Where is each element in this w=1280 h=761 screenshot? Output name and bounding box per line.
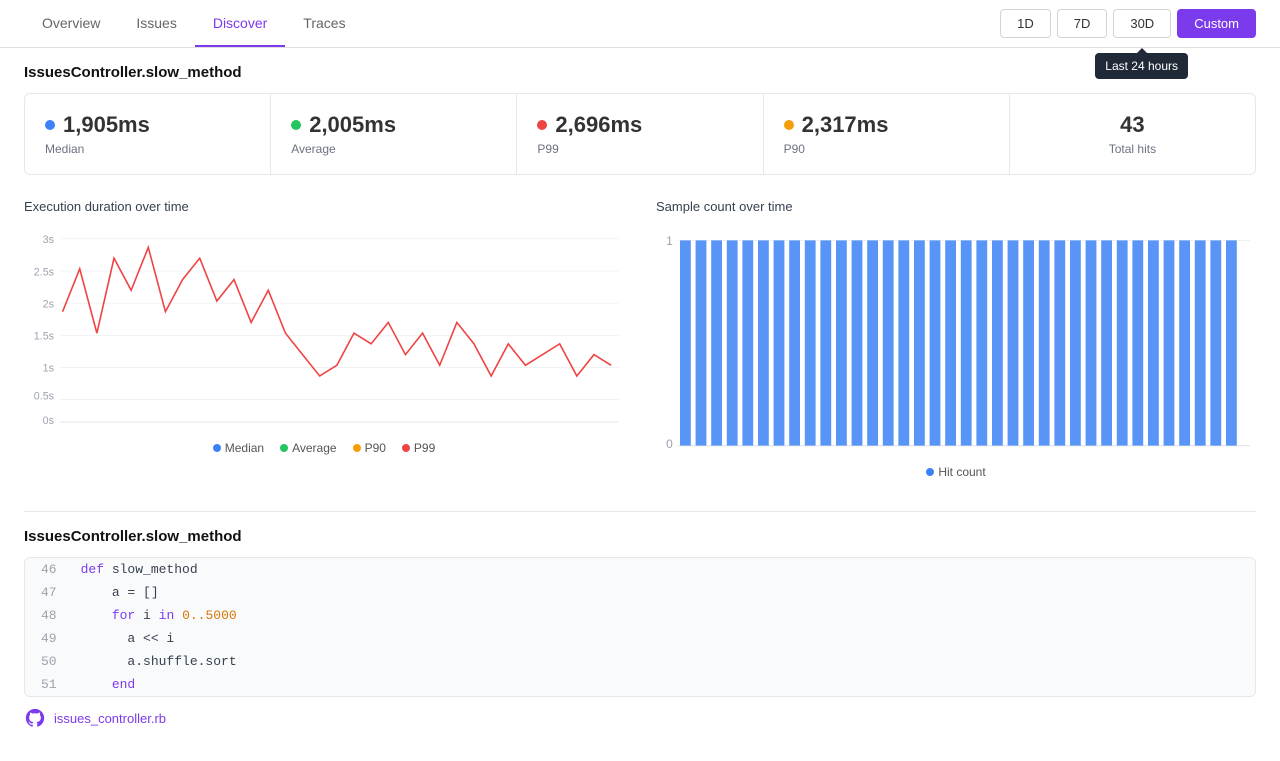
legend-average-dot <box>280 444 288 452</box>
chart1-title: Execution duration over time <box>24 199 624 214</box>
tab-overview[interactable]: Overview <box>24 1 118 47</box>
svg-text:2s: 2s <box>43 298 54 310</box>
stat-p90-value: 2,317ms <box>784 112 989 138</box>
chart1-legend: Median Average P90 P99 <box>24 441 624 455</box>
stat-total-hits-label: Total hits <box>1030 142 1235 156</box>
svg-text:0: 0 <box>666 437 673 451</box>
chart2-title: Sample count over time <box>656 199 1256 214</box>
code-line-47: 47 a = [] <box>25 581 1255 604</box>
legend-p99-dot <box>402 444 410 452</box>
line-num-51: 51 <box>25 675 69 694</box>
main-content: IssuesController.slow_method 1,905ms Med… <box>0 48 1280 761</box>
stat-p99-value: 2,696ms <box>537 112 742 138</box>
line-num-50: 50 <box>25 652 69 671</box>
average-dot <box>291 120 301 130</box>
nav-tabs: Overview Issues Discover Traces <box>24 1 364 47</box>
tooltip-last24h: Last 24 hours <box>1095 53 1188 79</box>
file-link[interactable]: issues_controller.rb <box>24 707 1256 729</box>
line-num-49: 49 <box>25 629 69 648</box>
tab-traces[interactable]: Traces <box>285 1 363 47</box>
time-30d-button[interactable]: 30D <box>1113 9 1171 38</box>
svg-text:0.5s: 0.5s <box>34 391 54 403</box>
code-line-48: 48 for i in 0..5000 <box>25 604 1255 627</box>
legend-hitcount: Hit count <box>926 465 985 479</box>
line-num-47: 47 <box>25 583 69 602</box>
chart1-area: 3s 2.5s 2s 1.5s 1s 0.5s 0s <box>24 226 624 455</box>
section2-title: IssuesController.slow_method <box>24 528 1256 545</box>
median-dot <box>45 120 55 130</box>
stat-median-value: 1,905ms <box>45 112 250 138</box>
line-code-47: a = [] <box>69 583 171 602</box>
stat-median-label: Median <box>45 142 250 156</box>
tab-issues[interactable]: Issues <box>118 1 194 47</box>
code-section: IssuesController.slow_method 46 def slow… <box>24 528 1256 729</box>
time-controls: 1D 7D 30D Custom Last 24 hours <box>1000 9 1256 38</box>
chart2-legend: Hit count <box>656 465 1256 479</box>
legend-median-dot <box>213 444 221 452</box>
svg-text:9:12 am: 9:12 am <box>814 453 857 454</box>
stat-p90: 2,317ms P90 <box>764 94 1010 174</box>
stat-average-value: 2,005ms <box>291 112 496 138</box>
p99-dot <box>537 120 547 130</box>
github-icon <box>24 707 46 729</box>
tab-discover[interactable]: Discover <box>195 1 285 47</box>
time-custom-button[interactable]: Custom <box>1177 9 1256 38</box>
code-line-49: 49 a << i <box>25 627 1255 650</box>
legend-p90-dot <box>353 444 361 452</box>
line-code-51: end <box>69 675 148 694</box>
stat-median: 1,905ms Median <box>25 94 271 174</box>
stat-total-hits: 43 Total hits <box>1010 94 1255 174</box>
legend-p90: P90 <box>353 441 386 455</box>
stat-p99: 2,696ms P99 <box>517 94 763 174</box>
stats-row: 1,905ms Median 2,005ms Average 2,696ms P… <box>24 93 1256 175</box>
line-code-48: for i in 0..5000 <box>69 606 249 625</box>
time-1d-button[interactable]: 1D <box>1000 9 1051 38</box>
line-code-50: a.shuffle.sort <box>69 652 249 671</box>
legend-hitcount-dot <box>926 468 934 476</box>
stat-average: 2,005ms Average <box>271 94 517 174</box>
svg-text:9:36 am: 9:36 am <box>1064 453 1107 454</box>
svg-text:9 Nov: 9 Nov <box>664 453 695 454</box>
line-num-46: 46 <box>25 560 69 579</box>
sample-count-chart: Sample count over time 1 0 <box>656 199 1256 479</box>
line-code-46: def slow_method <box>69 560 210 579</box>
chart2-area: 1 0 <box>656 226 1256 479</box>
top-nav: Overview Issues Discover Traces 1D 7D 30… <box>0 0 1280 48</box>
code-line-51: 51 end <box>25 673 1255 696</box>
line-code-49: a << i <box>69 629 187 648</box>
charts-row: Execution duration over time 3s 2.5s 2s … <box>24 199 1256 479</box>
code-line-50: 50 a.shuffle.sort <box>25 650 1255 673</box>
legend-average: Average <box>280 441 336 455</box>
svg-text:0s: 0s <box>43 415 54 427</box>
svg-text:1: 1 <box>666 234 673 248</box>
svg-text:1s: 1s <box>43 363 54 375</box>
svg-text:3s: 3s <box>43 234 54 246</box>
stat-average-label: Average <box>291 142 496 156</box>
chart2-svg: 1 0 <box>656 226 1256 454</box>
stat-p90-label: P90 <box>784 142 989 156</box>
svg-text:2.5s: 2.5s <box>34 266 54 278</box>
section1-title: IssuesController.slow_method <box>24 64 1256 81</box>
svg-text:9:24 am: 9:24 am <box>939 453 982 454</box>
svg-text:1.5s: 1.5s <box>34 331 54 343</box>
line-num-48: 48 <box>25 606 69 625</box>
time-7d-button[interactable]: 7D <box>1057 9 1108 38</box>
legend-p99: P99 <box>402 441 435 455</box>
p90-dot <box>784 120 794 130</box>
execution-duration-chart: Execution duration over time 3s 2.5s 2s … <box>24 199 624 479</box>
code-block: 46 def slow_method 47 a = [] 48 for i in… <box>24 557 1256 697</box>
chart1-svg: 3s 2.5s 2s 1.5s 1s 0.5s 0s <box>24 226 624 430</box>
stat-p99-label: P99 <box>537 142 742 156</box>
section-divider <box>24 511 1256 512</box>
stat-total-hits-value: 43 <box>1030 112 1235 138</box>
svg-text:9:48 am: 9:48 am <box>1189 453 1232 454</box>
legend-median: Median <box>213 441 264 455</box>
code-line-46: 46 def slow_method <box>25 558 1255 581</box>
